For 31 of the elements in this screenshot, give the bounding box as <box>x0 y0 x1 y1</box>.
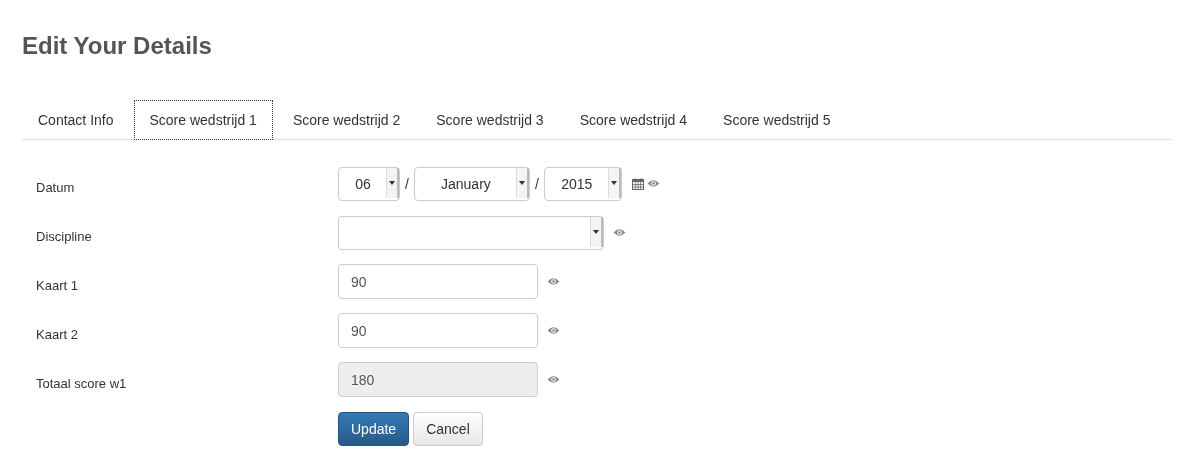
text-input[interactable]: 90 <box>338 313 538 348</box>
dropdown[interactable]: January <box>413 166 530 201</box>
page-title: Edit Your Details <box>22 31 213 55</box>
caret-icon <box>518 180 525 185</box>
date-separator: / <box>534 175 539 192</box>
caret-icon <box>610 180 617 185</box>
eye-icon[interactable] <box>613 228 626 237</box>
dropdown[interactable]: 06 <box>338 166 400 201</box>
tab[interactable]: Score wedstrijd 1 <box>133 100 273 140</box>
tab[interactable]: Contact Info <box>22 100 130 140</box>
caret-icon <box>389 180 395 185</box>
tab[interactable]: Score wedstrijd 2 <box>276 100 417 140</box>
eye-icon[interactable] <box>646 179 660 188</box>
cancel-button[interactable]: Cancel <box>413 411 483 446</box>
date-separator: / <box>405 175 409 192</box>
field-label: Kaart 2 <box>35 327 79 342</box>
dropdown[interactable]: 2015 <box>543 166 622 201</box>
caret-icon <box>593 229 599 234</box>
tab[interactable]: Score wedstrijd 4 <box>563 100 704 140</box>
tab[interactable]: Score wedstrijd 3 <box>420 100 560 140</box>
tab[interactable]: Score wedstrijd 5 <box>707 100 847 140</box>
eye-icon[interactable] <box>547 277 560 286</box>
field-label: Discipline <box>35 229 93 244</box>
eye-icon[interactable] <box>547 326 560 335</box>
eye-icon[interactable] <box>547 375 560 384</box>
update-button[interactable]: Update <box>338 411 410 446</box>
field-label: Kaart 1 <box>35 278 79 293</box>
field-label: Totaal score w1 <box>35 376 128 391</box>
calendar-icon[interactable] <box>631 177 644 190</box>
text-input[interactable]: 90 <box>338 264 538 299</box>
field-label: Datum <box>35 180 76 195</box>
